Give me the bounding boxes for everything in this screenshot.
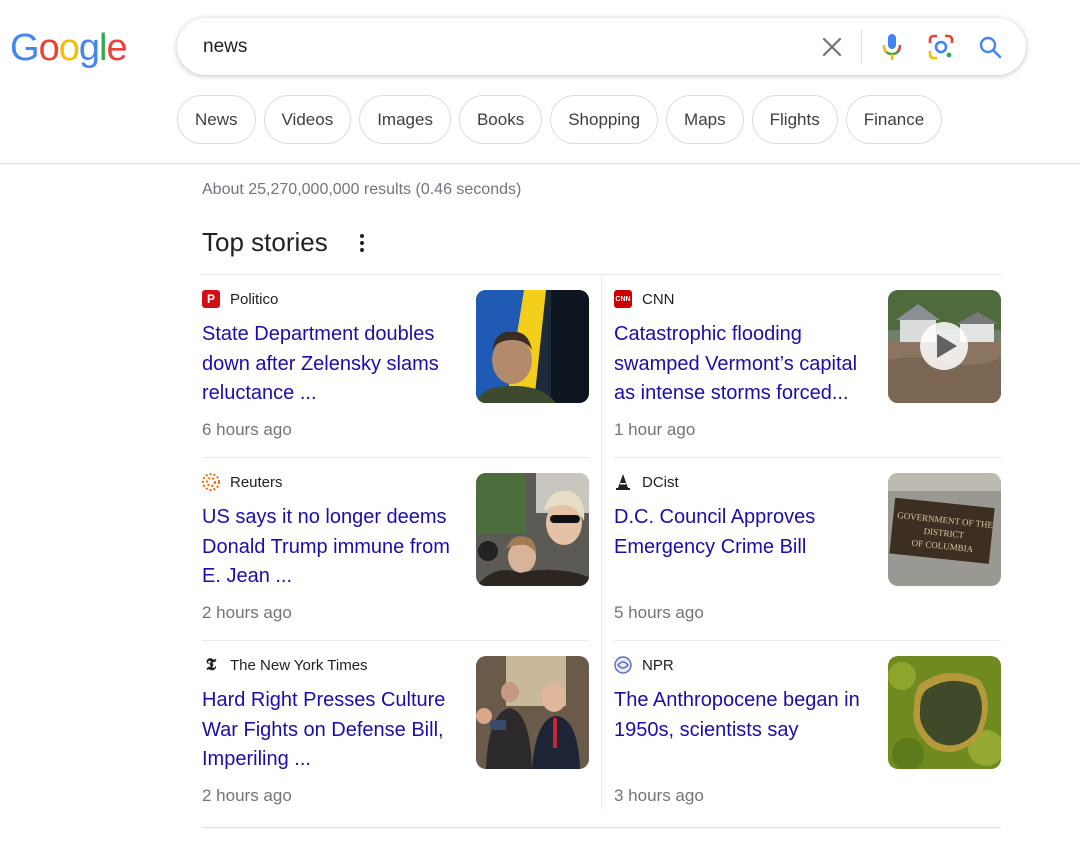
nyt-icon: 𝕿 <box>205 655 217 674</box>
source-name: Politico <box>230 290 279 308</box>
filter-chips: News Videos Images Books Shopping Maps F… <box>177 95 943 144</box>
capitol-press-photo[interactable] <box>476 656 589 769</box>
reuters-icon <box>202 473 220 491</box>
timestamp: 2 hours ago <box>202 603 292 622</box>
camera-lens-icon <box>928 34 954 60</box>
search-button[interactable] <box>975 31 1005 63</box>
news-card[interactable]: Reuters US says it no longer deems Donal… <box>202 459 592 641</box>
news-card[interactable]: NPR The Anthropocene began in 1950s, sci… <box>614 642 1004 824</box>
source: NPR <box>614 656 674 674</box>
headline-link[interactable]: State Department doubles down after Zele… <box>202 320 457 409</box>
news-card[interactable]: DCist D.C. Council Approves Emergency Cr… <box>614 459 1004 641</box>
dot <box>360 234 364 238</box>
column-divider <box>601 276 602 810</box>
chip-images[interactable]: Images <box>359 95 451 144</box>
chip-maps[interactable]: Maps <box>666 95 744 144</box>
lens-search-button[interactable] <box>925 31 957 63</box>
header-divider <box>0 163 1080 164</box>
clear-button[interactable] <box>817 32 847 62</box>
dcist-icon <box>614 473 632 491</box>
headline-link[interactable]: Hard Right Presses Culture War Fights on… <box>202 686 457 775</box>
source-name: Reuters <box>230 473 283 491</box>
close-icon <box>822 37 842 57</box>
logo-letter: e <box>106 27 127 69</box>
more-options-button[interactable] <box>353 232 371 254</box>
dot <box>360 241 364 245</box>
search-box <box>177 18 1026 75</box>
lake-aerial-photo[interactable] <box>888 656 1001 769</box>
google-logo[interactable]: Google <box>10 27 128 69</box>
chip-shopping[interactable]: Shopping <box>550 95 659 144</box>
chip-finance[interactable]: Finance <box>845 95 943 144</box>
headline-link[interactable]: D.C. Council Approves Emergency Crime Bi… <box>614 503 869 562</box>
chip-books[interactable]: Books <box>458 95 543 144</box>
voice-search-button[interactable] <box>877 31 907 63</box>
logo-letter: G <box>10 27 40 69</box>
logo-letter: o <box>58 27 80 69</box>
politico-icon: P <box>202 290 220 308</box>
headline-link[interactable]: The Anthropocene began in 1950s, scienti… <box>614 686 869 745</box>
logo-letter: g <box>78 27 100 69</box>
source-name: CNN <box>642 290 675 308</box>
timestamp: 2 hours ago <box>202 786 292 805</box>
source-name: NPR <box>642 656 674 674</box>
crowd-photo[interactable] <box>476 473 589 586</box>
logo-letter: o <box>38 27 60 69</box>
section-divider <box>202 827 1001 828</box>
flooding-video-thumb[interactable] <box>888 290 1001 403</box>
divider <box>202 274 1001 275</box>
timestamp: 1 hour ago <box>614 420 696 439</box>
timestamp: 3 hours ago <box>614 786 704 805</box>
cnn-icon: CNN <box>614 290 632 308</box>
news-card[interactable]: CNN CNN Catastrophic flooding swamped Ve… <box>614 276 1004 458</box>
chip-flights[interactable]: Flights <box>751 95 838 144</box>
result-stats: About 25,270,000,000 results (0.46 secon… <box>202 181 522 198</box>
source: CNN CNN <box>614 290 675 308</box>
microphone-icon <box>882 34 902 60</box>
source-name: DCist <box>642 473 679 491</box>
dot <box>360 248 364 252</box>
zelensky-photo[interactable] <box>476 290 589 403</box>
top-stories-title: Top stories <box>202 227 328 257</box>
search-divider <box>861 30 862 63</box>
news-card[interactable]: P Politico State Department doubles down… <box>202 276 592 458</box>
search-input[interactable] <box>203 33 763 61</box>
source-name: The New York Times <box>230 656 368 674</box>
source: 𝕿 The New York Times <box>202 655 368 674</box>
dc-sign-photo[interactable]: GOVERNMENT OF THE DISTRICT OF COLUMBIA <box>888 473 1001 586</box>
timestamp: 5 hours ago <box>614 603 704 622</box>
chip-news[interactable]: News <box>177 95 256 144</box>
news-card[interactable]: 𝕿 The New York Times Hard Right Presses … <box>202 642 592 824</box>
headline-link[interactable]: Catastrophic flooding swamped Vermont’s … <box>614 320 869 409</box>
timestamp: 6 hours ago <box>202 420 292 439</box>
chip-videos[interactable]: Videos <box>263 95 352 144</box>
source: P Politico <box>202 290 278 308</box>
source: DCist <box>614 473 679 491</box>
source: Reuters <box>202 473 283 491</box>
npr-icon <box>614 656 632 674</box>
search-icon <box>979 36 1002 59</box>
headline-link[interactable]: US says it no longer deems Donald Trump … <box>202 503 457 592</box>
